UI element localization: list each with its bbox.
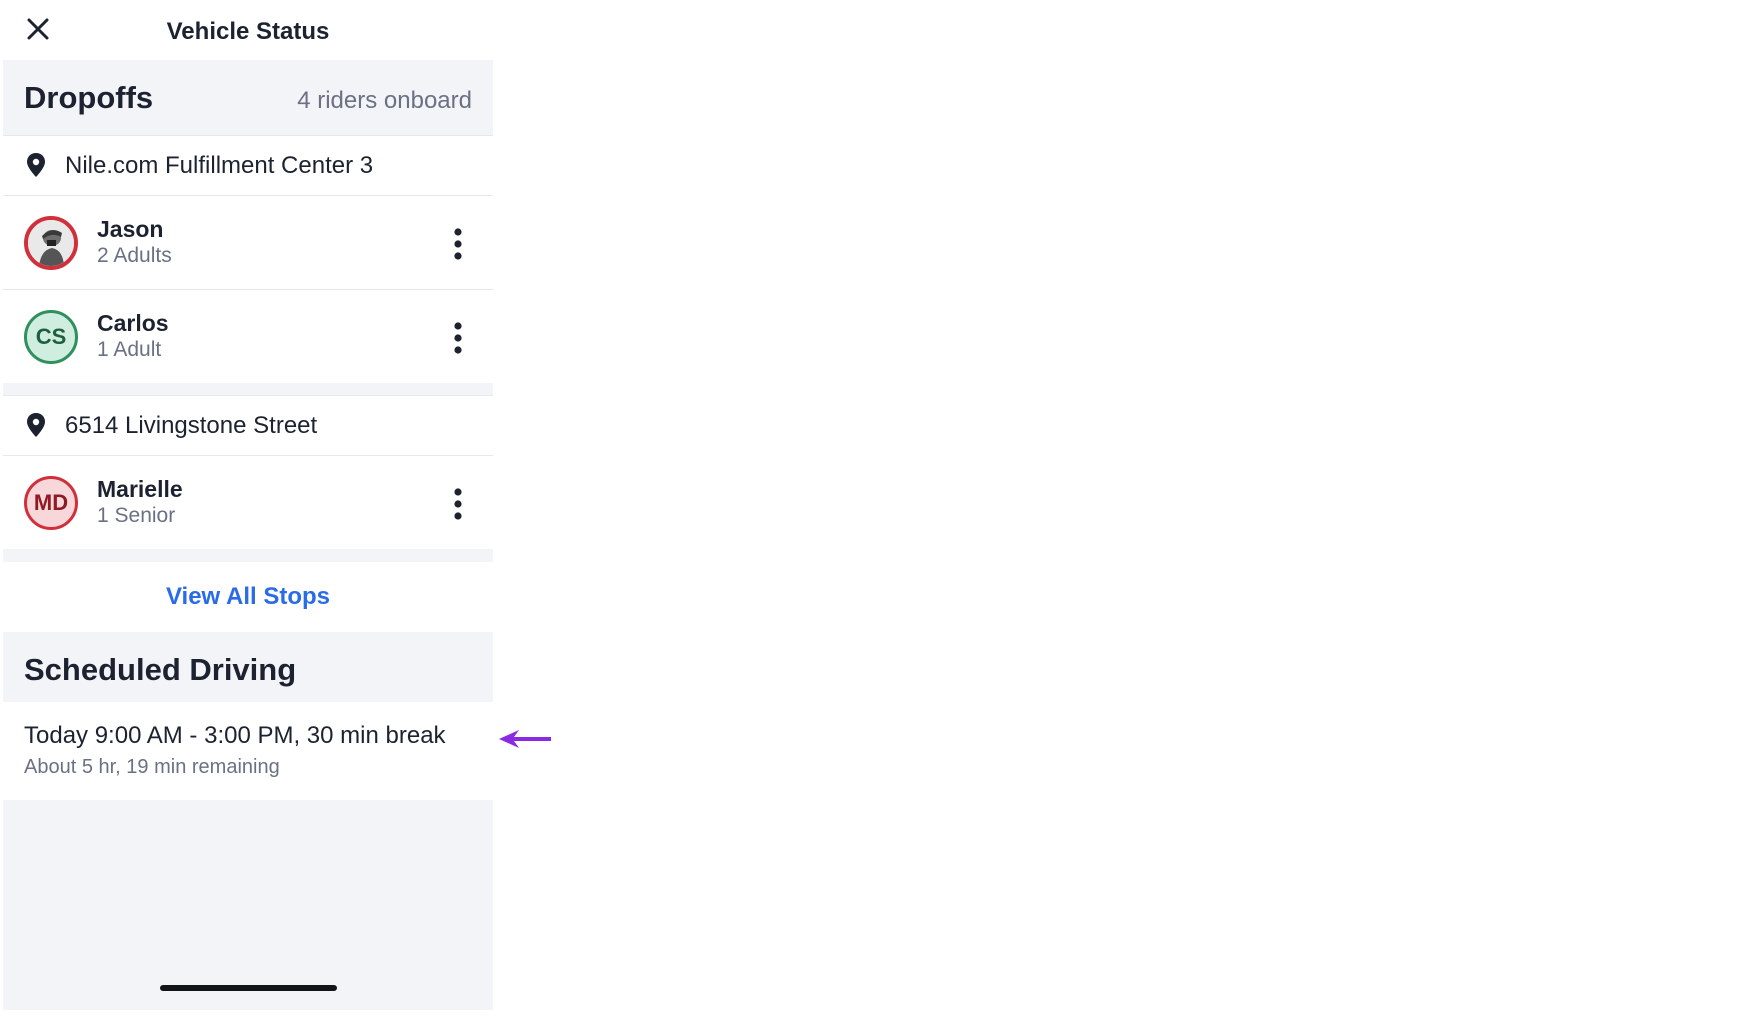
stop-address: Nile.com Fulfillment Center 3 — [65, 152, 374, 179]
rider-photo — [28, 220, 74, 266]
view-all-stops-button[interactable]: View All Stops — [3, 562, 493, 632]
scheduled-driving-row: Today 9:00 AM - 3:00 PM, 30 min break Ab… — [3, 702, 493, 800]
stop-address: 6514 Livingstone Street — [65, 412, 318, 439]
scheduled-driving-title: Scheduled Driving — [24, 652, 297, 687]
scheduled-driving-header: Scheduled Driving — [3, 632, 493, 702]
list-divider — [3, 549, 493, 562]
rider-options-button[interactable] — [448, 320, 468, 356]
stop-address-row[interactable]: Nile.com Fulfillment Center 3 — [3, 135, 493, 195]
rider-row-carlos[interactable]: CS Carlos 1 Adult — [3, 289, 493, 383]
schedule-time: Today 9:00 AM - 3:00 PM, 30 min break — [24, 722, 446, 749]
home-indicator — [160, 985, 337, 991]
rider-row-marielle[interactable]: MD Marielle 1 Senior — [3, 455, 493, 549]
avatar: CS — [24, 310, 78, 364]
dropoffs-title: Dropoffs — [24, 80, 154, 115]
riders-onboard-count: 4 riders onboard — [297, 87, 472, 114]
rider-options-button[interactable] — [448, 486, 468, 522]
stop-divider — [3, 383, 493, 395]
schedule-remaining: About 5 hr, 19 min remaining — [24, 756, 280, 778]
rider-options-button[interactable] — [448, 226, 468, 262]
avatar — [24, 216, 78, 270]
location-pin-icon — [25, 152, 47, 178]
location-pin-icon — [25, 412, 47, 438]
vehicle-status-screen: Vehicle Status Dropoffs 4 riders onboard… — [3, 0, 493, 1010]
avatar: MD — [24, 476, 78, 530]
more-vertical-icon — [454, 322, 462, 354]
top-bar: Vehicle Status — [3, 0, 493, 60]
annotation-arrow-icon — [497, 727, 553, 751]
page-title: Vehicle Status — [166, 18, 330, 45]
rider-name: Marielle — [97, 476, 183, 502]
rider-party-size: 1 Senior — [97, 504, 176, 527]
rider-party-size: 1 Adult — [97, 338, 162, 361]
dropoffs-header: Dropoffs 4 riders onboard — [3, 60, 493, 130]
rider-name: Carlos — [97, 310, 169, 336]
rider-name: Jason — [97, 216, 164, 242]
more-vertical-icon — [454, 488, 462, 520]
rider-row-jason[interactable]: Jason 2 Adults — [3, 195, 493, 289]
rider-party-size: 2 Adults — [97, 244, 172, 267]
more-vertical-icon — [454, 228, 462, 260]
stop-address-row[interactable]: 6514 Livingstone Street — [3, 395, 493, 455]
